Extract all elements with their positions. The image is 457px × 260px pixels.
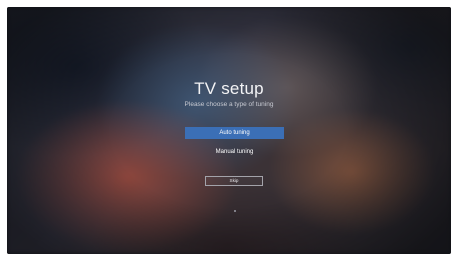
skip-label: Skip — [229, 178, 239, 183]
auto-tuning-option[interactable]: Auto tuning — [185, 127, 284, 139]
setup-panel: TV setup Please choose a type of tuning … — [7, 7, 451, 254]
skip-button[interactable]: Skip — [205, 176, 263, 186]
manual-tuning-option[interactable]: Manual tuning — [185, 146, 284, 158]
page-title: TV setup — [194, 79, 264, 98]
auto-tuning-label: Auto tuning — [219, 130, 250, 136]
page-subtitle: Please choose a type of tuning — [184, 101, 274, 108]
tv-screen: TV setup Please choose a type of tuning … — [7, 7, 451, 254]
manual-tuning-label: Manual tuning — [215, 149, 254, 155]
page-indicator-dot — [234, 210, 236, 212]
